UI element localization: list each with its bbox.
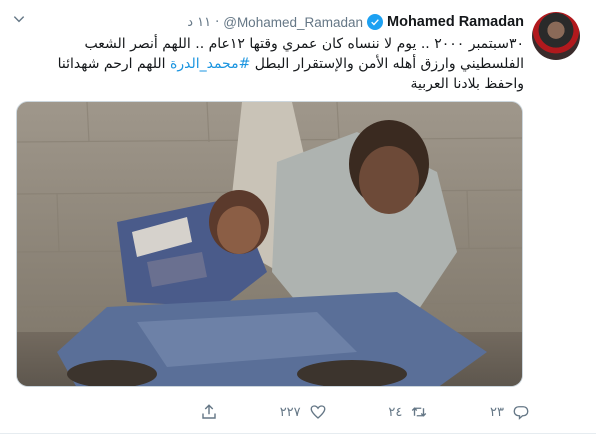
- tweet-header: ١١ د · @Mohamed_Ramadan Mohamed Ramadan: [187, 12, 524, 32]
- verified-badge-icon: [367, 14, 384, 30]
- reply-icon: [513, 406, 529, 420]
- tweet[interactable]: ١١ د · @Mohamed_Ramadan Mohamed Ramadan …: [0, 0, 596, 434]
- separator-dot: ·: [215, 14, 220, 30]
- tweet-date[interactable]: ١١ د: [187, 15, 211, 30]
- heart-icon: [310, 405, 326, 419]
- author-handle[interactable]: @Mohamed_Ramadan: [223, 15, 363, 30]
- hashtag-link[interactable]: #محمد_الدرة: [170, 56, 250, 72]
- retweet-button[interactable]: ٢٤: [388, 403, 428, 421]
- tweet-text: ٣٠سبتمبر ٢٠٠٠ .. يوم لا ننساه كان عمري و…: [48, 34, 524, 94]
- share-button[interactable]: [200, 403, 218, 421]
- chevron-down-icon[interactable]: [12, 12, 26, 29]
- tweet-text-line: الفلسطيني وارزق أهله الأمن والإستقرار ال…: [48, 54, 524, 74]
- tweet-text-line: واحفظ بلادنا العربية: [410, 76, 524, 92]
- tweet-photo[interactable]: [16, 101, 523, 387]
- author-name[interactable]: Mohamed Ramadan: [387, 14, 524, 30]
- retweet-count: ٢٤: [388, 404, 403, 420]
- reply-count: ٢٣: [490, 404, 504, 420]
- retweet-icon: [412, 407, 427, 417]
- tweet-text-line: ٣٠سبتمبر ٢٠٠٠ .. يوم لا ننساه كان عمري و…: [84, 36, 524, 52]
- like-count: ٢٢٧: [279, 404, 301, 420]
- avatar[interactable]: [532, 12, 580, 60]
- share-icon: [202, 404, 216, 419]
- photo-image: [17, 102, 522, 386]
- tweet-text-segment: الفلسطيني وارزق أهله الأمن والإستقرار ال…: [254, 56, 524, 72]
- tweet-actions: ٢٢٧ ٢٤ ٢٣: [200, 400, 530, 424]
- reply-button[interactable]: ٢٣: [490, 403, 530, 421]
- tweet-text-segment: اللهم ارحم شهدائنا: [57, 56, 166, 72]
- like-button[interactable]: ٢٢٧: [280, 403, 327, 421]
